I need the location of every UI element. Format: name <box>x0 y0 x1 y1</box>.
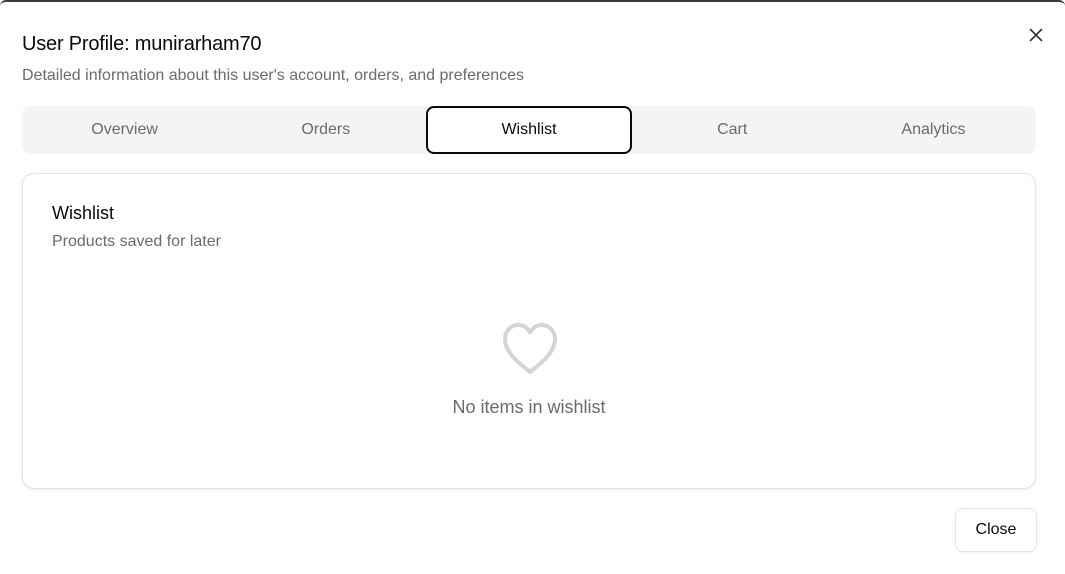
profile-tabs: Overview Orders Wishlist Cart Analytics <box>22 106 1036 154</box>
tab-cart[interactable]: Cart <box>632 108 833 152</box>
empty-wishlist-message: No items in wishlist <box>452 397 606 417</box>
wishlist-title: Wishlist <box>52 203 114 223</box>
user-profile-dialog: User Profile: munirarham70 Detailed info… <box>0 0 1065 574</box>
dialog-title: User Profile: munirarham70 <box>22 33 262 55</box>
close-icon[interactable] <box>1025 24 1047 46</box>
tab-analytics[interactable]: Analytics <box>833 108 1034 152</box>
wishlist-subtitle: Products saved for later <box>52 233 221 250</box>
tab-overview[interactable]: Overview <box>24 108 225 152</box>
wishlist-card: Wishlist Products saved for later No ite… <box>22 173 1036 489</box>
tab-wishlist[interactable]: Wishlist <box>426 106 632 154</box>
heart-icon <box>501 322 559 376</box>
close-button[interactable]: Close <box>955 508 1037 552</box>
tab-orders[interactable]: Orders <box>225 108 426 152</box>
dialog-subtitle: Detailed information about this user's a… <box>22 67 524 84</box>
